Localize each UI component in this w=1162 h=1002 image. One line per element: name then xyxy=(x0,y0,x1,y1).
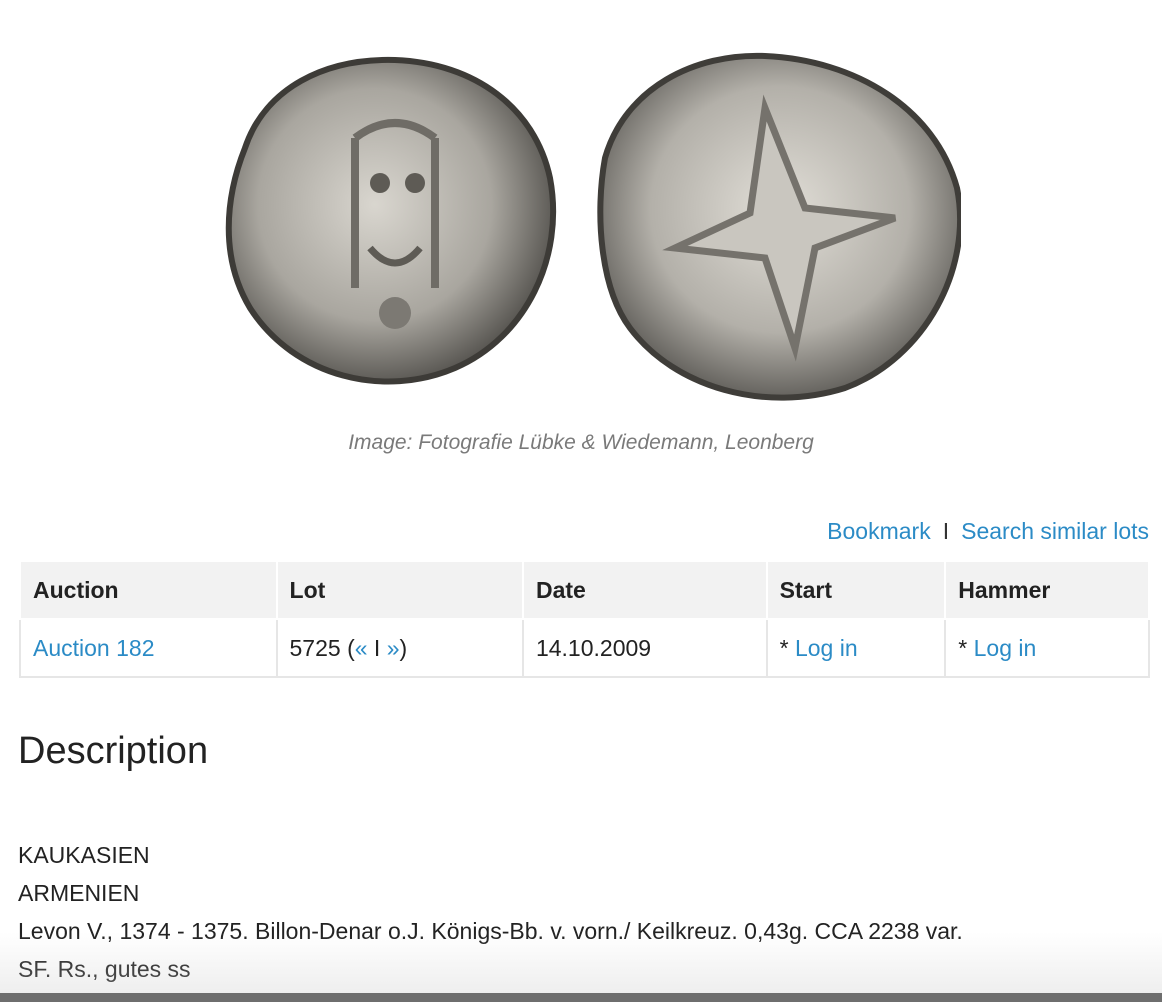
table-row: Auction 182 5725 (« I ») 14.10.2009 * Lo… xyxy=(19,618,1150,678)
description-heading: Description xyxy=(18,730,209,772)
column-header-hammer: Hammer xyxy=(944,560,1150,620)
auction-link[interactable]: Auction 182 xyxy=(33,635,154,661)
coin-reverse xyxy=(597,52,961,401)
actions-separator: I xyxy=(942,518,950,544)
description-line-grade: SF. Rs., gutes ss xyxy=(18,956,191,982)
column-header-date: Date xyxy=(521,560,768,620)
description-line-country: ARMENIEN xyxy=(18,880,140,906)
lot-info-table: Auction Lot Date Start Hammer Auction 18… xyxy=(19,560,1150,678)
column-header-auction: Auction xyxy=(19,560,278,620)
cell-date: 14.10.2009 xyxy=(521,618,768,678)
next-lot-link[interactable]: » xyxy=(387,635,400,661)
previous-lot-link[interactable]: « xyxy=(355,635,368,661)
coin-obverse xyxy=(225,56,557,385)
lot-actions: Bookmark I Search similar lots xyxy=(827,518,1149,545)
hammer-login-link[interactable]: Log in xyxy=(974,635,1037,661)
coin-image[interactable] xyxy=(205,38,961,410)
hammer-asterisk: * xyxy=(958,634,974,661)
lot-nav-separator: I xyxy=(367,634,387,661)
table-header-row: Auction Lot Date Start Hammer xyxy=(19,560,1150,620)
cell-lot: 5725 (« I ») xyxy=(275,618,524,678)
lot-number: 5725 xyxy=(289,634,341,661)
column-header-lot: Lot xyxy=(275,560,524,620)
cell-hammer: * Log in xyxy=(944,618,1150,678)
lot-nav-close: ) xyxy=(399,634,408,661)
image-caption: Image: Fotografie Lübke & Wiedemann, Leo… xyxy=(348,431,814,454)
coin-photo xyxy=(225,52,961,401)
description-text: KAUKASIEN ARMENIEN Levon V., 1374 - 1375… xyxy=(18,836,963,988)
description-line-region: KAUKASIEN xyxy=(18,842,150,868)
search-similar-lots-link[interactable]: Search similar lots xyxy=(961,518,1149,544)
cell-auction: Auction 182 xyxy=(19,618,278,678)
start-login-link[interactable]: Log in xyxy=(795,635,858,661)
start-asterisk: * xyxy=(779,634,795,661)
description-line-details: Levon V., 1374 - 1375. Billon-Denar o.J.… xyxy=(18,918,963,944)
bottom-edge-bar xyxy=(0,993,1162,1002)
column-header-start: Start xyxy=(765,560,947,620)
bookmark-link[interactable]: Bookmark xyxy=(827,518,931,544)
lot-nav-open: ( xyxy=(340,634,355,661)
cell-start: * Log in xyxy=(765,618,947,678)
